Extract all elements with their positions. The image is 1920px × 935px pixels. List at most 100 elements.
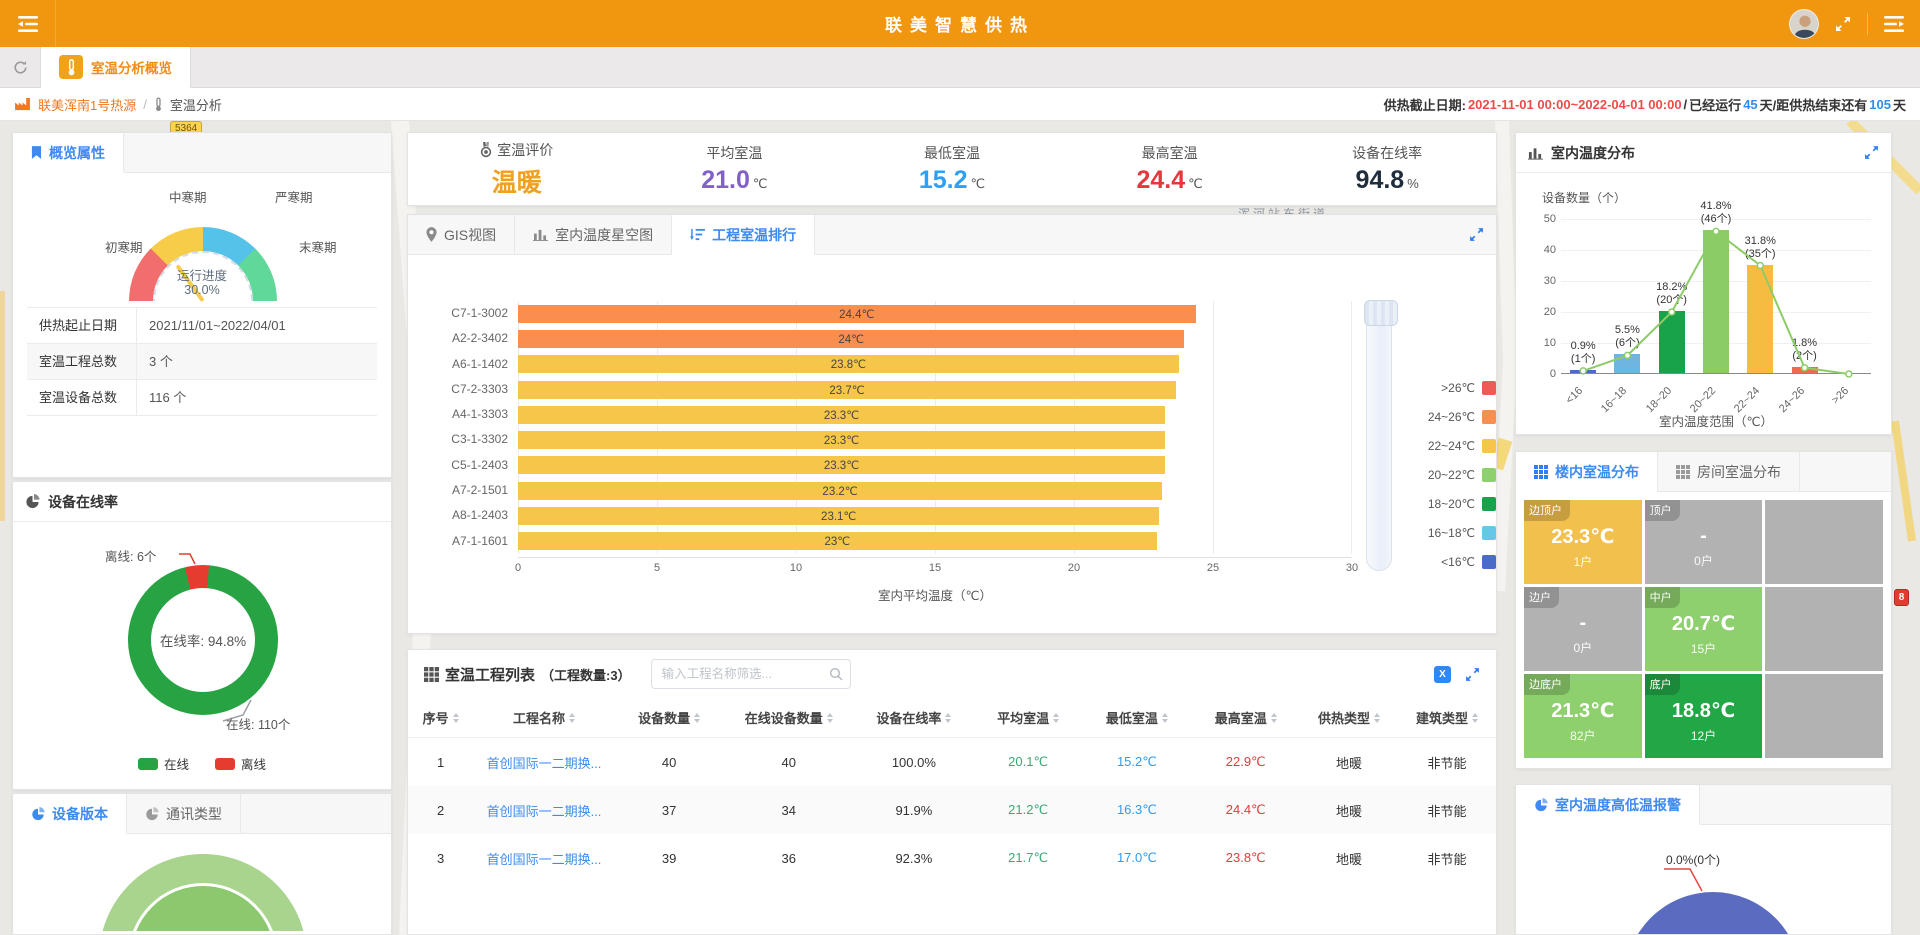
refresh-icon[interactable] [0, 60, 40, 75]
column-header[interactable]: 最高室温 [1191, 708, 1300, 727]
table-row: 1首创国际一二期换...4040100.0%20.1℃15.2℃22.9℃地暖非… [408, 738, 1496, 786]
ranking-bar[interactable]: 24.4℃ [518, 305, 1196, 323]
ranking-bar[interactable]: 23.3℃ [518, 431, 1165, 449]
building-cell[interactable]: 边底户21.3℃82户 [1524, 674, 1642, 758]
building-cell[interactable]: 中户20.7℃15户 [1645, 587, 1763, 671]
tab-room-temp[interactable]: 房间室温分布 [1658, 452, 1800, 491]
expand-icon[interactable] [1864, 145, 1879, 160]
column-header[interactable]: 工程名称 [473, 708, 614, 727]
bar-chart-icon [533, 228, 548, 241]
table-cell: 24.4℃ [1191, 802, 1300, 818]
offline-callout: 离线: 6个 [105, 546, 156, 565]
view-tab-map-pin[interactable]: GIS视图 [408, 215, 515, 254]
tab-building-temp[interactable]: 楼内室温分布 [1516, 452, 1658, 492]
expand-icon[interactable] [1465, 667, 1480, 682]
view-tab-bar-chart[interactable]: 室内温度星空图 [515, 215, 672, 254]
overview-panel: 概览属性 初寒期 中寒期 严寒期 末寒期 运行进度 30.0% 供热起止日期20… [12, 132, 392, 478]
project-name-link[interactable]: 首创国际一二期换... [473, 849, 614, 868]
building-cell[interactable] [1765, 500, 1883, 584]
legend-item[interactable]: 在线 [138, 754, 189, 773]
search-icon[interactable] [829, 667, 843, 681]
table-cell: 40 [724, 755, 855, 770]
table-cell: 100.0% [854, 755, 974, 770]
info-row: 供热起止日期2021/11/01~2022/04/01 [27, 308, 377, 344]
sort-icon[interactable] [453, 713, 459, 723]
ranking-bar[interactable]: 23.8℃ [518, 355, 1179, 373]
building-cell[interactable]: 边顶户23.3℃1户 [1524, 500, 1642, 584]
legend-item[interactable]: 22~24℃ [1410, 431, 1496, 460]
gauge-seg-label: 中寒期 [169, 187, 207, 206]
column-header[interactable]: 最低室温 [1083, 708, 1192, 727]
building-cell[interactable]: 边户-0户 [1524, 587, 1642, 671]
table-cell: 2 [408, 803, 473, 818]
overview-info-table: 供热起止日期2021/11/01~2022/04/01室温工程总数3 个室温设备… [27, 307, 377, 416]
tab-temp-alarm[interactable]: 室内温度高低温报警 [1516, 785, 1700, 825]
stat-item: 平均室温21.0℃ [626, 143, 844, 195]
remain-days: 105 [1869, 97, 1891, 112]
fullscreen-icon[interactable] [1835, 16, 1851, 32]
tab-overview-attributes[interactable]: 概览属性 [13, 133, 124, 173]
view-tab-sort-ranking[interactable]: 工程室温排行 [672, 215, 815, 255]
sort-icon[interactable] [945, 713, 951, 723]
thermometer-graphic [1366, 303, 1392, 571]
column-header[interactable]: 序号 [408, 708, 473, 727]
temp-alarm-panel: 室内温度高低温报警 0.0%(0个) [1515, 784, 1892, 935]
temp-distribution-panel: 室内温度分布 设备数量（个） 0.9%(1个)5.5%(6个)18.2%(20个… [1515, 132, 1892, 435]
period-label: 供热截止日期: [1384, 95, 1466, 114]
sort-icon[interactable] [1162, 713, 1168, 723]
table-row: 2首创国际一二期换...373491.9%21.2℃16.3℃24.4℃地暖非节… [408, 786, 1496, 834]
legend-item[interactable]: >26℃ [1410, 373, 1496, 402]
ranking-bar[interactable]: 23.3℃ [518, 456, 1165, 474]
medal-icon [480, 142, 492, 158]
legend-item[interactable]: 离线 [215, 754, 266, 773]
column-header[interactable]: 设备数量 [615, 708, 724, 727]
menu-unfold-icon[interactable] [1884, 15, 1904, 33]
tab-device-version[interactable]: 设备版本 [13, 794, 127, 834]
sort-icon[interactable] [1374, 713, 1380, 723]
tab-device-version-label: 设备版本 [52, 804, 108, 824]
project-name-link[interactable]: 首创国际一二期换... [473, 801, 614, 820]
project-name-link[interactable]: 首创国际一二期换... [473, 753, 614, 772]
column-header[interactable]: 设备在线率 [854, 708, 974, 727]
building-cell[interactable] [1765, 674, 1883, 758]
ranking-bar[interactable]: 23.2℃ [518, 482, 1162, 500]
legend-item[interactable]: 18~20℃ [1410, 489, 1496, 518]
map-marker[interactable]: 8 [1894, 589, 1909, 606]
sort-icon[interactable] [694, 713, 700, 723]
legend-item[interactable]: <16℃ [1410, 547, 1496, 576]
column-header[interactable]: 建筑类型 [1398, 708, 1496, 727]
device-version-pie[interactable] [13, 834, 391, 931]
sort-icon[interactable] [1053, 713, 1059, 723]
sort-icon[interactable] [569, 713, 575, 723]
factory-icon [14, 98, 31, 111]
legend-item[interactable]: 16~18℃ [1410, 518, 1496, 547]
table-cell: 22.9℃ [1191, 754, 1300, 770]
ranking-bar[interactable]: 24℃ [518, 330, 1184, 348]
legend-item[interactable]: 20~22℃ [1410, 460, 1496, 489]
building-cell[interactable]: 顶户-0户 [1645, 500, 1763, 584]
building-cell[interactable]: 底户18.8℃12户 [1645, 674, 1763, 758]
column-header[interactable]: 在线设备数量 [724, 708, 855, 727]
ranking-bar[interactable]: 23.7℃ [518, 381, 1176, 399]
excel-export-icon[interactable]: X [1434, 666, 1451, 683]
column-header[interactable]: 平均室温 [974, 708, 1083, 727]
tab-comm-type-label: 通讯类型 [166, 804, 222, 824]
tab-comm-type[interactable]: 通讯类型 [127, 794, 241, 833]
app-header: 联美智慧供热 [0, 0, 1920, 47]
ranking-bar[interactable]: 23℃ [518, 532, 1157, 550]
user-avatar[interactable] [1789, 9, 1819, 39]
grid-icon [1534, 465, 1548, 479]
building-cell[interactable] [1765, 587, 1883, 671]
sort-icon[interactable] [1271, 713, 1277, 723]
expand-icon[interactable] [1469, 227, 1484, 242]
breadcrumb-source-link[interactable]: 联美浑南1号热源 [38, 95, 136, 114]
ranking-bar[interactable]: 23.3℃ [518, 406, 1165, 424]
sort-icon[interactable] [827, 713, 833, 723]
sort-icon[interactable] [1472, 713, 1478, 723]
view-tabs: GIS视图室内温度星空图工程室温排行 [408, 215, 1496, 255]
legend-item[interactable]: 24~26℃ [1410, 402, 1496, 431]
column-header[interactable]: 供热类型 [1300, 708, 1398, 727]
project-search-input[interactable] [651, 659, 851, 689]
ranking-bar[interactable]: 23.1℃ [518, 507, 1159, 525]
tab-room-temp-overview[interactable]: 室温分析概览 [40, 47, 191, 88]
